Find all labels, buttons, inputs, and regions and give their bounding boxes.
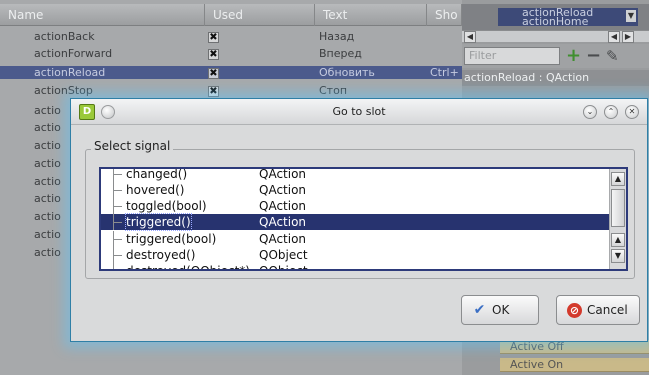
window-menu-icon[interactable] (101, 105, 115, 119)
action-text: Вперед (319, 47, 362, 60)
signal-list-item-selected[interactable]: triggered() QAction (101, 213, 611, 231)
signal-list-item[interactable]: triggered(bool) QAction (101, 231, 611, 247)
maximize-icon[interactable]: ⌃ (604, 105, 618, 119)
action-row[interactable]: actionForward ✖ Вперед (0, 47, 462, 60)
group-title: Select signal (91, 139, 174, 153)
action-row[interactable]: actionBack ✖ Назад (0, 30, 462, 43)
signal-name: triggered() (125, 213, 192, 231)
signal-class: QAction (259, 167, 307, 181)
tree-branch-line (109, 214, 123, 230)
used-checkbox[interactable]: ✖ (208, 86, 219, 97)
action-name: actionBack (34, 30, 95, 43)
signal-list-item[interactable]: destroyed(QObject*) QObject (101, 263, 611, 271)
ok-button[interactable]: ✔ OK (461, 295, 539, 325)
ok-button-label: OK (492, 303, 510, 317)
close-icon[interactable]: ✕ (625, 105, 639, 119)
signal-name: destroyed(QObject*) (126, 264, 250, 271)
signal-list-item[interactable]: changed() QAction (101, 167, 611, 182)
signal-list[interactable]: changed() QAction hovered() QAction togg… (99, 167, 628, 271)
tree-branch-line (109, 182, 123, 198)
action-table-header: Name Used Text Sho (0, 4, 462, 26)
signal-class: QAction (259, 199, 307, 213)
column-header-shortcut[interactable]: Sho (427, 4, 462, 26)
property-value[interactable]: Active Off (500, 340, 649, 354)
column-header-name[interactable]: Name (0, 4, 205, 26)
minus-icon[interactable]: − (586, 46, 601, 66)
wrench-icon[interactable]: ✎ (606, 46, 619, 66)
tree-branch-line (109, 198, 123, 214)
minimize-icon[interactable]: ⌄ (583, 105, 597, 119)
checkmark-icon: ✔ (473, 302, 486, 318)
signal-class: QAction (259, 232, 307, 246)
cancel-button-label: Cancel (587, 303, 628, 317)
action-text: Назад (319, 30, 355, 43)
action-text: Обновить (319, 66, 375, 79)
scroll-up-icon[interactable]: ▲ (611, 233, 625, 247)
plus-icon[interactable]: + (566, 46, 581, 66)
signal-class: QObject (259, 264, 308, 271)
app-icon: D (79, 104, 95, 120)
cancel-button[interactable]: ⊘ Cancel (556, 295, 640, 325)
signal-list-item[interactable]: toggled(bool) QAction (101, 198, 611, 214)
action-text: Стоп (319, 84, 348, 97)
property-value[interactable]: Active On (500, 358, 649, 372)
scroll-down-icon[interactable]: ▼ (611, 249, 625, 263)
chevron-down-icon[interactable]: ▼ (626, 10, 636, 22)
dialog-titlebar[interactable]: Go to slot D ⌄ ⌃ ✕ (71, 99, 647, 125)
scrollbar-thumb[interactable] (611, 189, 625, 227)
object-combo[interactable]: actionReload actionHome ▼ (498, 8, 638, 26)
tree-branch-line (109, 263, 123, 269)
signal-name: hovered() (126, 183, 185, 197)
signal-class: QAction (259, 183, 307, 197)
action-name: actionStop (34, 84, 93, 97)
signal-name: toggled(bool) (126, 199, 207, 213)
tree-branch-line (109, 231, 123, 247)
column-header-used[interactable]: Used (205, 4, 315, 26)
cancel-icon: ⊘ (567, 303, 582, 318)
vertical-scrollbar[interactable]: ▲ ▲ ▼ (609, 169, 626, 269)
signal-class: QObject (259, 248, 308, 262)
action-row-selected[interactable]: actionReload ✖ Обновить Ctrl+ (0, 66, 462, 79)
used-checkbox[interactable]: ✖ (208, 68, 219, 79)
selected-object-label: actionReload : QAction (462, 70, 649, 86)
signal-list-item[interactable]: hovered() QAction (101, 182, 611, 198)
signal-name: triggered(bool) (126, 232, 217, 246)
horizontal-scrollbar[interactable]: ◀ ◀ ▶ (462, 30, 649, 43)
signal-name: destroyed() (126, 248, 196, 262)
action-name: actionReload (34, 66, 106, 79)
filter-input[interactable]: Filter (464, 47, 560, 65)
scroll-left-icon[interactable]: ◀ (464, 31, 476, 43)
action-shortcut: Ctrl+ (430, 66, 459, 79)
used-checkbox[interactable]: ✖ (208, 32, 219, 43)
scroll-left-icon[interactable]: ◀ (608, 31, 620, 43)
scroll-up-icon[interactable]: ▲ (611, 172, 625, 186)
signal-class: QAction (259, 215, 307, 229)
used-checkbox[interactable]: ✖ (208, 49, 219, 60)
tree-branch-line (109, 169, 123, 182)
column-header-text[interactable]: Text (315, 4, 427, 26)
tree-branch-line (109, 247, 123, 263)
scroll-right-icon[interactable]: ▶ (622, 31, 634, 43)
action-row[interactable]: actionStop ✖ Стоп (0, 84, 462, 97)
dialog-title: Go to slot (332, 105, 386, 118)
go-to-slot-dialog: Go to slot D ⌄ ⌃ ✕ Select signal changed… (70, 98, 648, 342)
signal-list-item[interactable]: destroyed() QObject (101, 247, 611, 263)
action-name: actionForward (34, 47, 113, 60)
object-combo-line: actionHome (522, 15, 589, 26)
signal-name: changed() (126, 167, 188, 181)
